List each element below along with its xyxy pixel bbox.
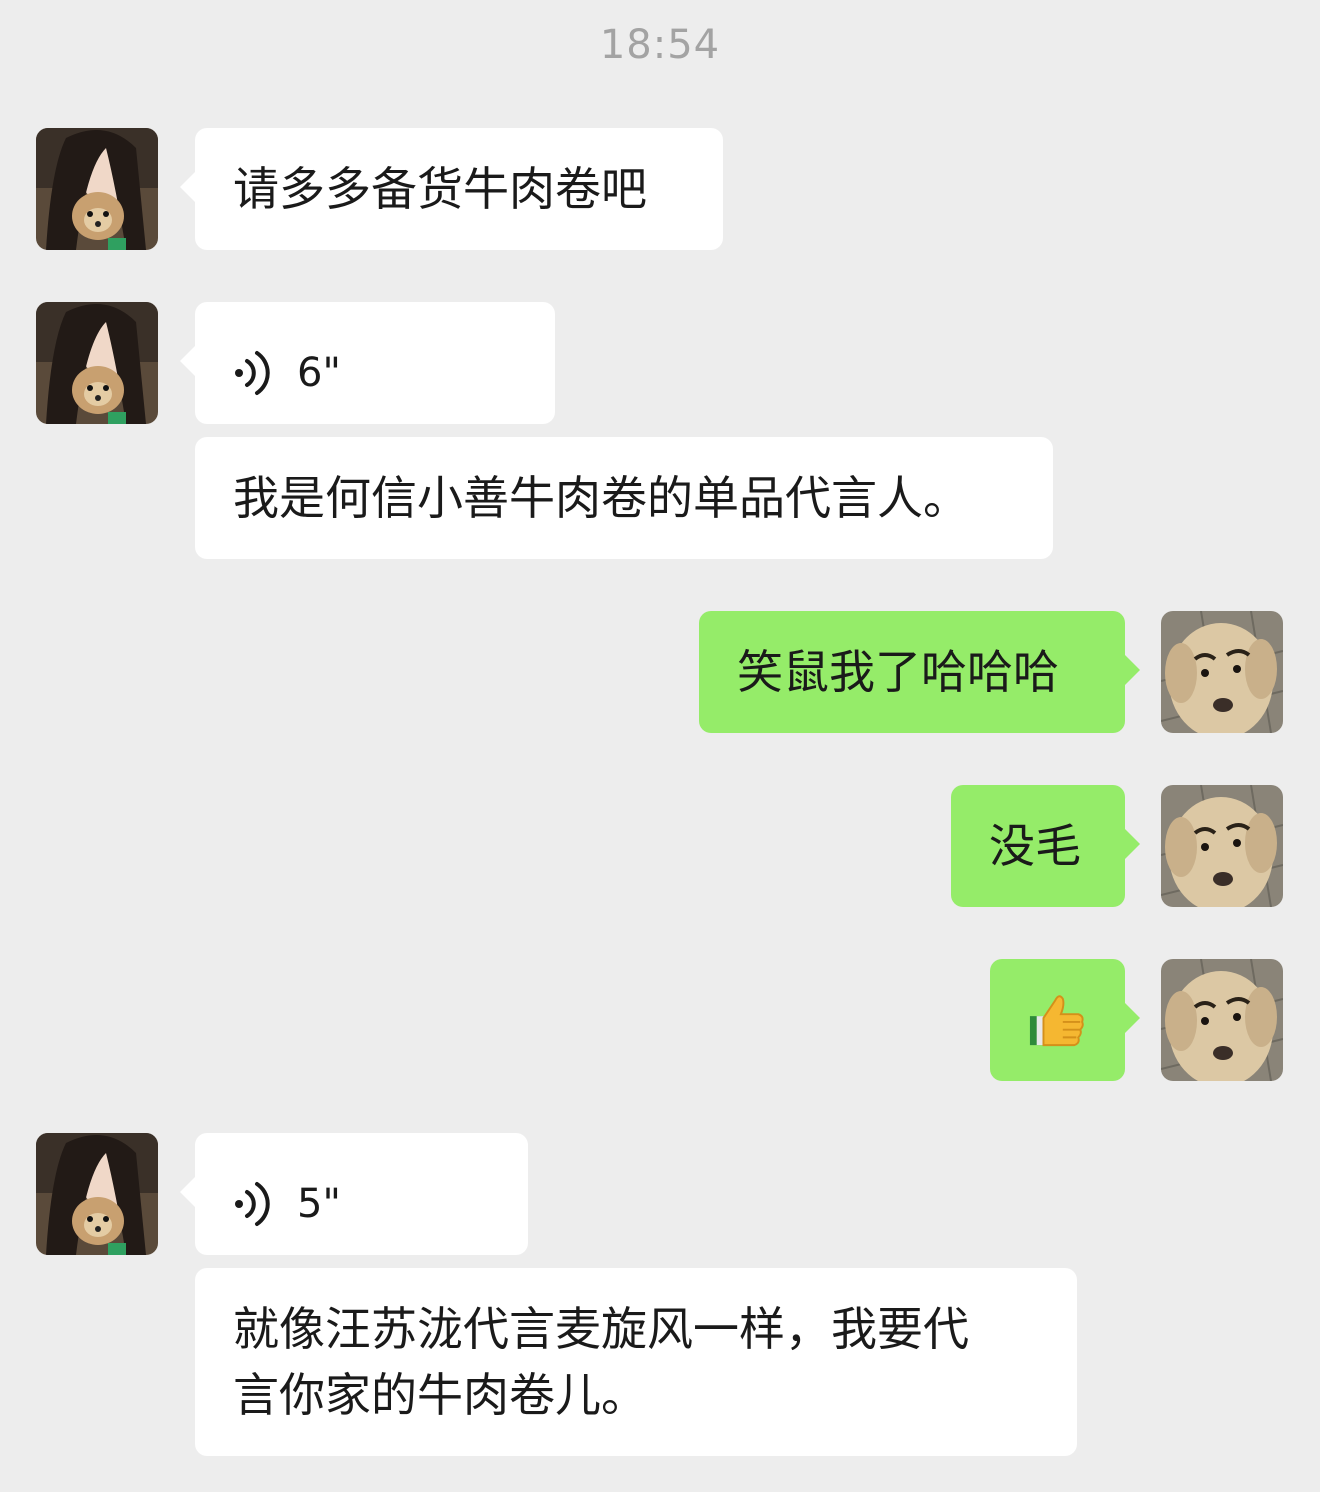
message-bubble[interactable]: 我是何信小善牛肉卷的单品代言人。: [195, 437, 1053, 559]
avatar-girl-dog-image: [36, 302, 158, 424]
message-text: 我是何信小善牛肉卷的单品代言人。: [233, 471, 969, 525]
avatar-dog-image: [1161, 611, 1283, 733]
message-text: 笑鼠我了哈哈哈: [737, 645, 1059, 699]
bubble-tail: [1125, 1003, 1140, 1033]
voice-duration: 5": [297, 1181, 341, 1227]
my-avatar[interactable]: [1161, 959, 1283, 1081]
message-text: 请多多备货牛肉卷吧: [233, 162, 647, 216]
avatar-dog-image: [1161, 785, 1283, 907]
message-bubble[interactable]: 就像汪苏泷代言麦旋风一样，我要代 言你家的牛肉卷儿。: [195, 1268, 1077, 1456]
emoji-message-bubble[interactable]: [990, 959, 1140, 1081]
contact-avatar[interactable]: [36, 302, 158, 424]
message-bubble[interactable]: 笑鼠我了哈哈哈: [699, 611, 1140, 733]
voice-message-bubble[interactable]: 6": [180, 302, 555, 424]
voice-wave-icon: [235, 351, 270, 395]
message-text: 没毛: [989, 819, 1081, 873]
bubble-tail: [1125, 655, 1140, 685]
contact-avatar[interactable]: [36, 128, 158, 250]
voice-wave-icon: [235, 1182, 270, 1226]
my-avatar[interactable]: [1161, 785, 1283, 907]
bubble-tail: [180, 346, 195, 376]
my-avatar[interactable]: [1161, 611, 1283, 733]
voice-duration: 6": [297, 350, 341, 396]
thumbs-up-icon: [1029, 995, 1084, 1047]
message-bubble[interactable]: 没毛: [951, 785, 1140, 907]
avatar-dog-image: [1161, 959, 1283, 1081]
bubble-tail: [180, 172, 195, 202]
message-bubble[interactable]: 请多多备货牛肉卷吧: [180, 128, 723, 250]
timestamp: 18:54: [599, 22, 721, 68]
bubble-tail: [1125, 829, 1140, 859]
voice-message-bubble[interactable]: 5": [180, 1133, 528, 1255]
avatar-girl-dog-image: [36, 128, 158, 250]
message-text: 就像汪苏泷代言麦旋风一样，我要代 言你家的牛肉卷儿。: [233, 1302, 969, 1422]
bubble-tail: [180, 1177, 195, 1207]
avatar-girl-dog-image: [36, 1133, 158, 1255]
contact-avatar[interactable]: [36, 1133, 158, 1255]
